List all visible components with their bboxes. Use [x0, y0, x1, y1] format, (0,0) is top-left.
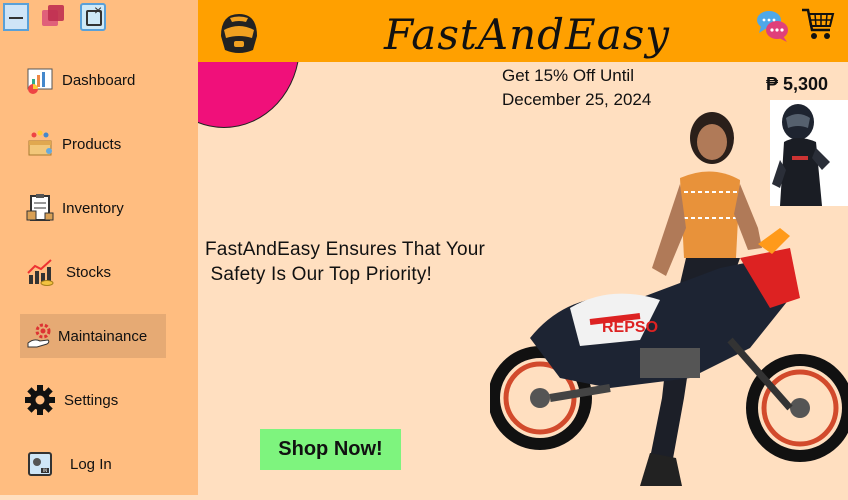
sidebar-item-label: Dashboard	[62, 71, 136, 89]
window-controls	[0, 0, 198, 36]
sidebar-item-products[interactable]: Products	[20, 122, 166, 166]
sidebar-item-label: Maintainance	[58, 327, 148, 345]
inventory-icon	[24, 192, 56, 224]
svg-text:REPSO: REPSO	[602, 319, 658, 336]
minimize-icon[interactable]	[3, 3, 29, 31]
sidebar-item-label: Stocks	[66, 263, 112, 281]
chat-icon[interactable]	[755, 8, 791, 49]
sidebar-item-login[interactable]: IN Log In	[20, 442, 166, 486]
sidebar-item-label: Inventory	[62, 199, 124, 217]
maintenance-icon	[24, 320, 56, 352]
promo-line-1: Get 15% Off Until	[502, 66, 634, 85]
stocks-icon	[24, 256, 56, 288]
brand-title: FastAndEasy	[384, 10, 671, 59]
svg-text:IN: IN	[43, 468, 47, 473]
sidebar-item-label: Products	[62, 135, 122, 153]
cart-icon[interactable]	[800, 6, 836, 47]
sidebar-item-inventory[interactable]: Inventory	[20, 186, 166, 230]
close-icon[interactable]	[80, 2, 106, 31]
maximize-icon[interactable]	[40, 3, 66, 31]
sidebar-item-settings[interactable]: Settings	[20, 378, 166, 422]
dashboard-icon	[24, 64, 56, 96]
sidebar-item-maintainance[interactable]: Maintainance	[20, 314, 166, 358]
shop-now-button[interactable]: Shop Now!	[260, 429, 401, 470]
hero-motorcycle-image: REPSO	[488, 108, 848, 495]
price-label: ₱ 5,300	[766, 74, 829, 94]
tagline-line-2: Safety Is Our Top Priority!	[205, 264, 432, 285]
decorative-circle	[198, 62, 302, 128]
login-icon: IN	[24, 448, 56, 480]
sidebar-item-label: Log In	[70, 455, 112, 473]
helmet-icon	[216, 10, 262, 61]
sidebar-item-stocks[interactable]: Stocks	[20, 250, 166, 294]
products-icon	[24, 128, 56, 160]
tagline: FastAndEasy Ensures That Your Safety Is …	[205, 237, 485, 287]
sidebar: Dashboard Products Inventory Stocks Main…	[0, 0, 198, 495]
promo-text: Get 15% Off Until December 25, 2024	[502, 64, 651, 112]
sidebar-item-label: Settings	[64, 391, 119, 409]
tagline-line-1: FastAndEasy Ensures That Your	[205, 239, 486, 260]
sidebar-item-dashboard[interactable]: Dashboard	[20, 58, 166, 102]
gear-icon	[24, 384, 56, 416]
